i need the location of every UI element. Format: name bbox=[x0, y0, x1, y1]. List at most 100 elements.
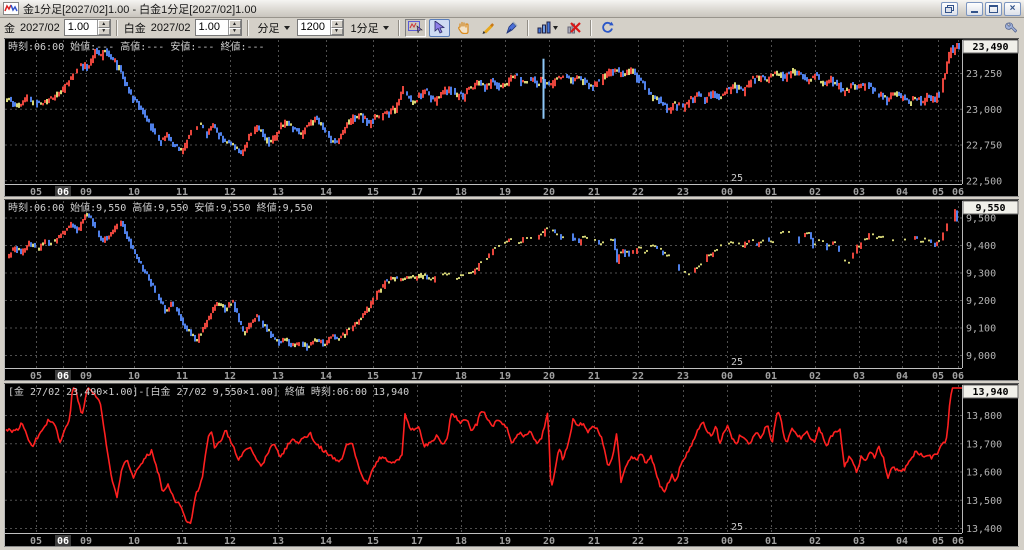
svg-text:04: 04 bbox=[896, 536, 908, 547]
svg-text:02: 02 bbox=[809, 187, 821, 197]
白金 1分足 (Platinum 1-minute)[interactable]: 0506091011121314151718192021222300010203… bbox=[0, 199, 1024, 381]
bar-count-value[interactable]: 1200 bbox=[298, 20, 330, 35]
金 1分足 (Gold 1-minute)[interactable]: 0506091011121314151718192021222300010203… bbox=[0, 38, 1024, 197]
svg-text:9,300: 9,300 bbox=[966, 269, 996, 280]
svg-text:06: 06 bbox=[57, 536, 69, 547]
svg-text:9,400: 9,400 bbox=[966, 241, 996, 252]
chevron-down-icon bbox=[383, 26, 389, 30]
pan-tool-button[interactable] bbox=[453, 19, 474, 37]
toolbar-separator bbox=[590, 20, 592, 36]
pencil-icon bbox=[481, 21, 494, 34]
gold-multiplier-value[interactable]: 1.00 bbox=[65, 20, 97, 35]
maximize-icon bbox=[989, 5, 998, 13]
platinum-symbol-label: 白金 bbox=[123, 20, 147, 36]
svg-text:12: 12 bbox=[224, 371, 236, 381]
svg-text:09: 09 bbox=[80, 187, 92, 197]
svg-text:09: 09 bbox=[80, 371, 92, 381]
svg-text:11: 11 bbox=[176, 536, 188, 547]
svg-text:06: 06 bbox=[57, 187, 69, 197]
svg-text:04: 04 bbox=[896, 371, 908, 381]
bar-count-spinner[interactable]: 1200 ▲▼ bbox=[297, 19, 344, 36]
bar-type-label: 分足 bbox=[258, 20, 280, 36]
select-tool-button[interactable] bbox=[429, 19, 450, 37]
svg-text:25: 25 bbox=[731, 522, 743, 533]
svg-text:04: 04 bbox=[896, 187, 908, 197]
bar-type-dropdown[interactable]: 分足 bbox=[254, 20, 294, 36]
chart-mode-button[interactable] bbox=[405, 19, 426, 37]
window-titlebar[interactable]: 金1分足[2027/02]1.00 - 白金1分足[2027/02]1.00 × bbox=[0, 0, 1024, 18]
svg-text:15: 15 bbox=[367, 371, 379, 381]
svg-text:11: 11 bbox=[176, 187, 188, 197]
svg-text:25: 25 bbox=[731, 357, 743, 368]
window-title: 金1分足[2027/02]1.00 - 白金1分足[2027/02]1.00 bbox=[23, 1, 941, 17]
reload-button[interactable] bbox=[597, 19, 618, 37]
svg-text:01: 01 bbox=[765, 371, 777, 381]
minimize-icon bbox=[971, 11, 978, 13]
period-label: 1分足 bbox=[351, 20, 379, 36]
svg-text:12: 12 bbox=[224, 187, 236, 197]
svg-text:20: 20 bbox=[543, 536, 555, 547]
svg-text:06: 06 bbox=[952, 187, 964, 197]
spin-down-button[interactable]: ▼ bbox=[331, 28, 343, 36]
svg-text:25: 25 bbox=[731, 173, 743, 184]
svg-text:22: 22 bbox=[632, 536, 644, 547]
ohlc-info-line: 時刻:06:00 始値:--- 高値:--- 安値:--- 終値:--- bbox=[8, 40, 265, 53]
svg-text:22: 22 bbox=[632, 371, 644, 381]
hand-icon bbox=[457, 21, 470, 34]
platinum-chart-panel[interactable]: 0506091011121314151718192021222300010203… bbox=[0, 199, 1024, 381]
settings-wrench-button[interactable] bbox=[1000, 19, 1021, 37]
svg-text:23: 23 bbox=[677, 536, 689, 547]
svg-text:13,400: 13,400 bbox=[966, 524, 1002, 535]
svg-text:22,750: 22,750 bbox=[966, 141, 1002, 152]
spin-up-button[interactable]: ▲ bbox=[98, 20, 110, 28]
svg-text:20: 20 bbox=[543, 371, 555, 381]
svg-text:13: 13 bbox=[272, 187, 284, 197]
minimize-button[interactable] bbox=[966, 2, 983, 16]
spread-chart-panel[interactable]: 0506091011121314151718192021222300010203… bbox=[0, 383, 1024, 547]
スプレッド 金-白金 (Gold minus Platinum spread)[interactable]: 0506091011121314151718192021222300010203… bbox=[0, 383, 1024, 547]
svg-text:10: 10 bbox=[128, 536, 140, 547]
toolbar-separator bbox=[247, 20, 249, 36]
svg-text:17: 17 bbox=[411, 371, 423, 381]
svg-text:17: 17 bbox=[411, 536, 423, 547]
svg-text:10: 10 bbox=[128, 187, 140, 197]
svg-text:00: 00 bbox=[721, 536, 733, 547]
pen-tool-button[interactable] bbox=[501, 19, 522, 37]
gold-multiplier-spinner[interactable]: 1.00 ▲▼ bbox=[64, 19, 111, 36]
spin-up-button[interactable]: ▲ bbox=[331, 20, 343, 28]
svg-text:02: 02 bbox=[809, 536, 821, 547]
gold-contract-label: 2027/02 bbox=[19, 22, 61, 34]
spin-down-button[interactable]: ▼ bbox=[98, 28, 110, 36]
svg-text:21: 21 bbox=[588, 371, 600, 381]
period-dropdown[interactable]: 1分足 bbox=[347, 20, 393, 36]
svg-text:23: 23 bbox=[677, 371, 689, 381]
close-button[interactable]: × bbox=[1004, 2, 1021, 16]
svg-text:9,500: 9,500 bbox=[966, 214, 996, 225]
chevron-down-icon bbox=[284, 26, 290, 30]
maximize-button[interactable] bbox=[985, 2, 1002, 16]
svg-text:13: 13 bbox=[272, 536, 284, 547]
chart-style-button[interactable] bbox=[534, 19, 561, 37]
svg-text:06: 06 bbox=[57, 371, 69, 381]
svg-text:15: 15 bbox=[367, 536, 379, 547]
close-icon: × bbox=[1010, 4, 1016, 14]
toolbar-separator bbox=[527, 20, 529, 36]
spin-down-button[interactable]: ▼ bbox=[229, 28, 241, 36]
svg-text:18: 18 bbox=[455, 536, 467, 547]
clear-chart-button[interactable] bbox=[564, 19, 585, 37]
svg-text:02: 02 bbox=[809, 371, 821, 381]
spin-up-button[interactable]: ▲ bbox=[229, 20, 241, 28]
platinum-multiplier-value[interactable]: 1.00 bbox=[196, 20, 228, 35]
float-window-button[interactable] bbox=[941, 2, 958, 16]
gold-chart-panel[interactable]: 0506091011121314151718192021222300010203… bbox=[0, 38, 1024, 197]
svg-text:23,250: 23,250 bbox=[966, 69, 1002, 80]
svg-text:20: 20 bbox=[543, 187, 555, 197]
platinum-multiplier-spinner[interactable]: 1.00 ▲▼ bbox=[195, 19, 242, 36]
svg-text:01: 01 bbox=[765, 536, 777, 547]
svg-text:05: 05 bbox=[30, 371, 42, 381]
svg-text:22,500: 22,500 bbox=[966, 176, 1002, 187]
pencil-tool-button[interactable] bbox=[477, 19, 498, 37]
svg-text:9,200: 9,200 bbox=[966, 296, 996, 307]
svg-text:23,490: 23,490 bbox=[972, 42, 1008, 53]
svg-text:03: 03 bbox=[853, 536, 865, 547]
